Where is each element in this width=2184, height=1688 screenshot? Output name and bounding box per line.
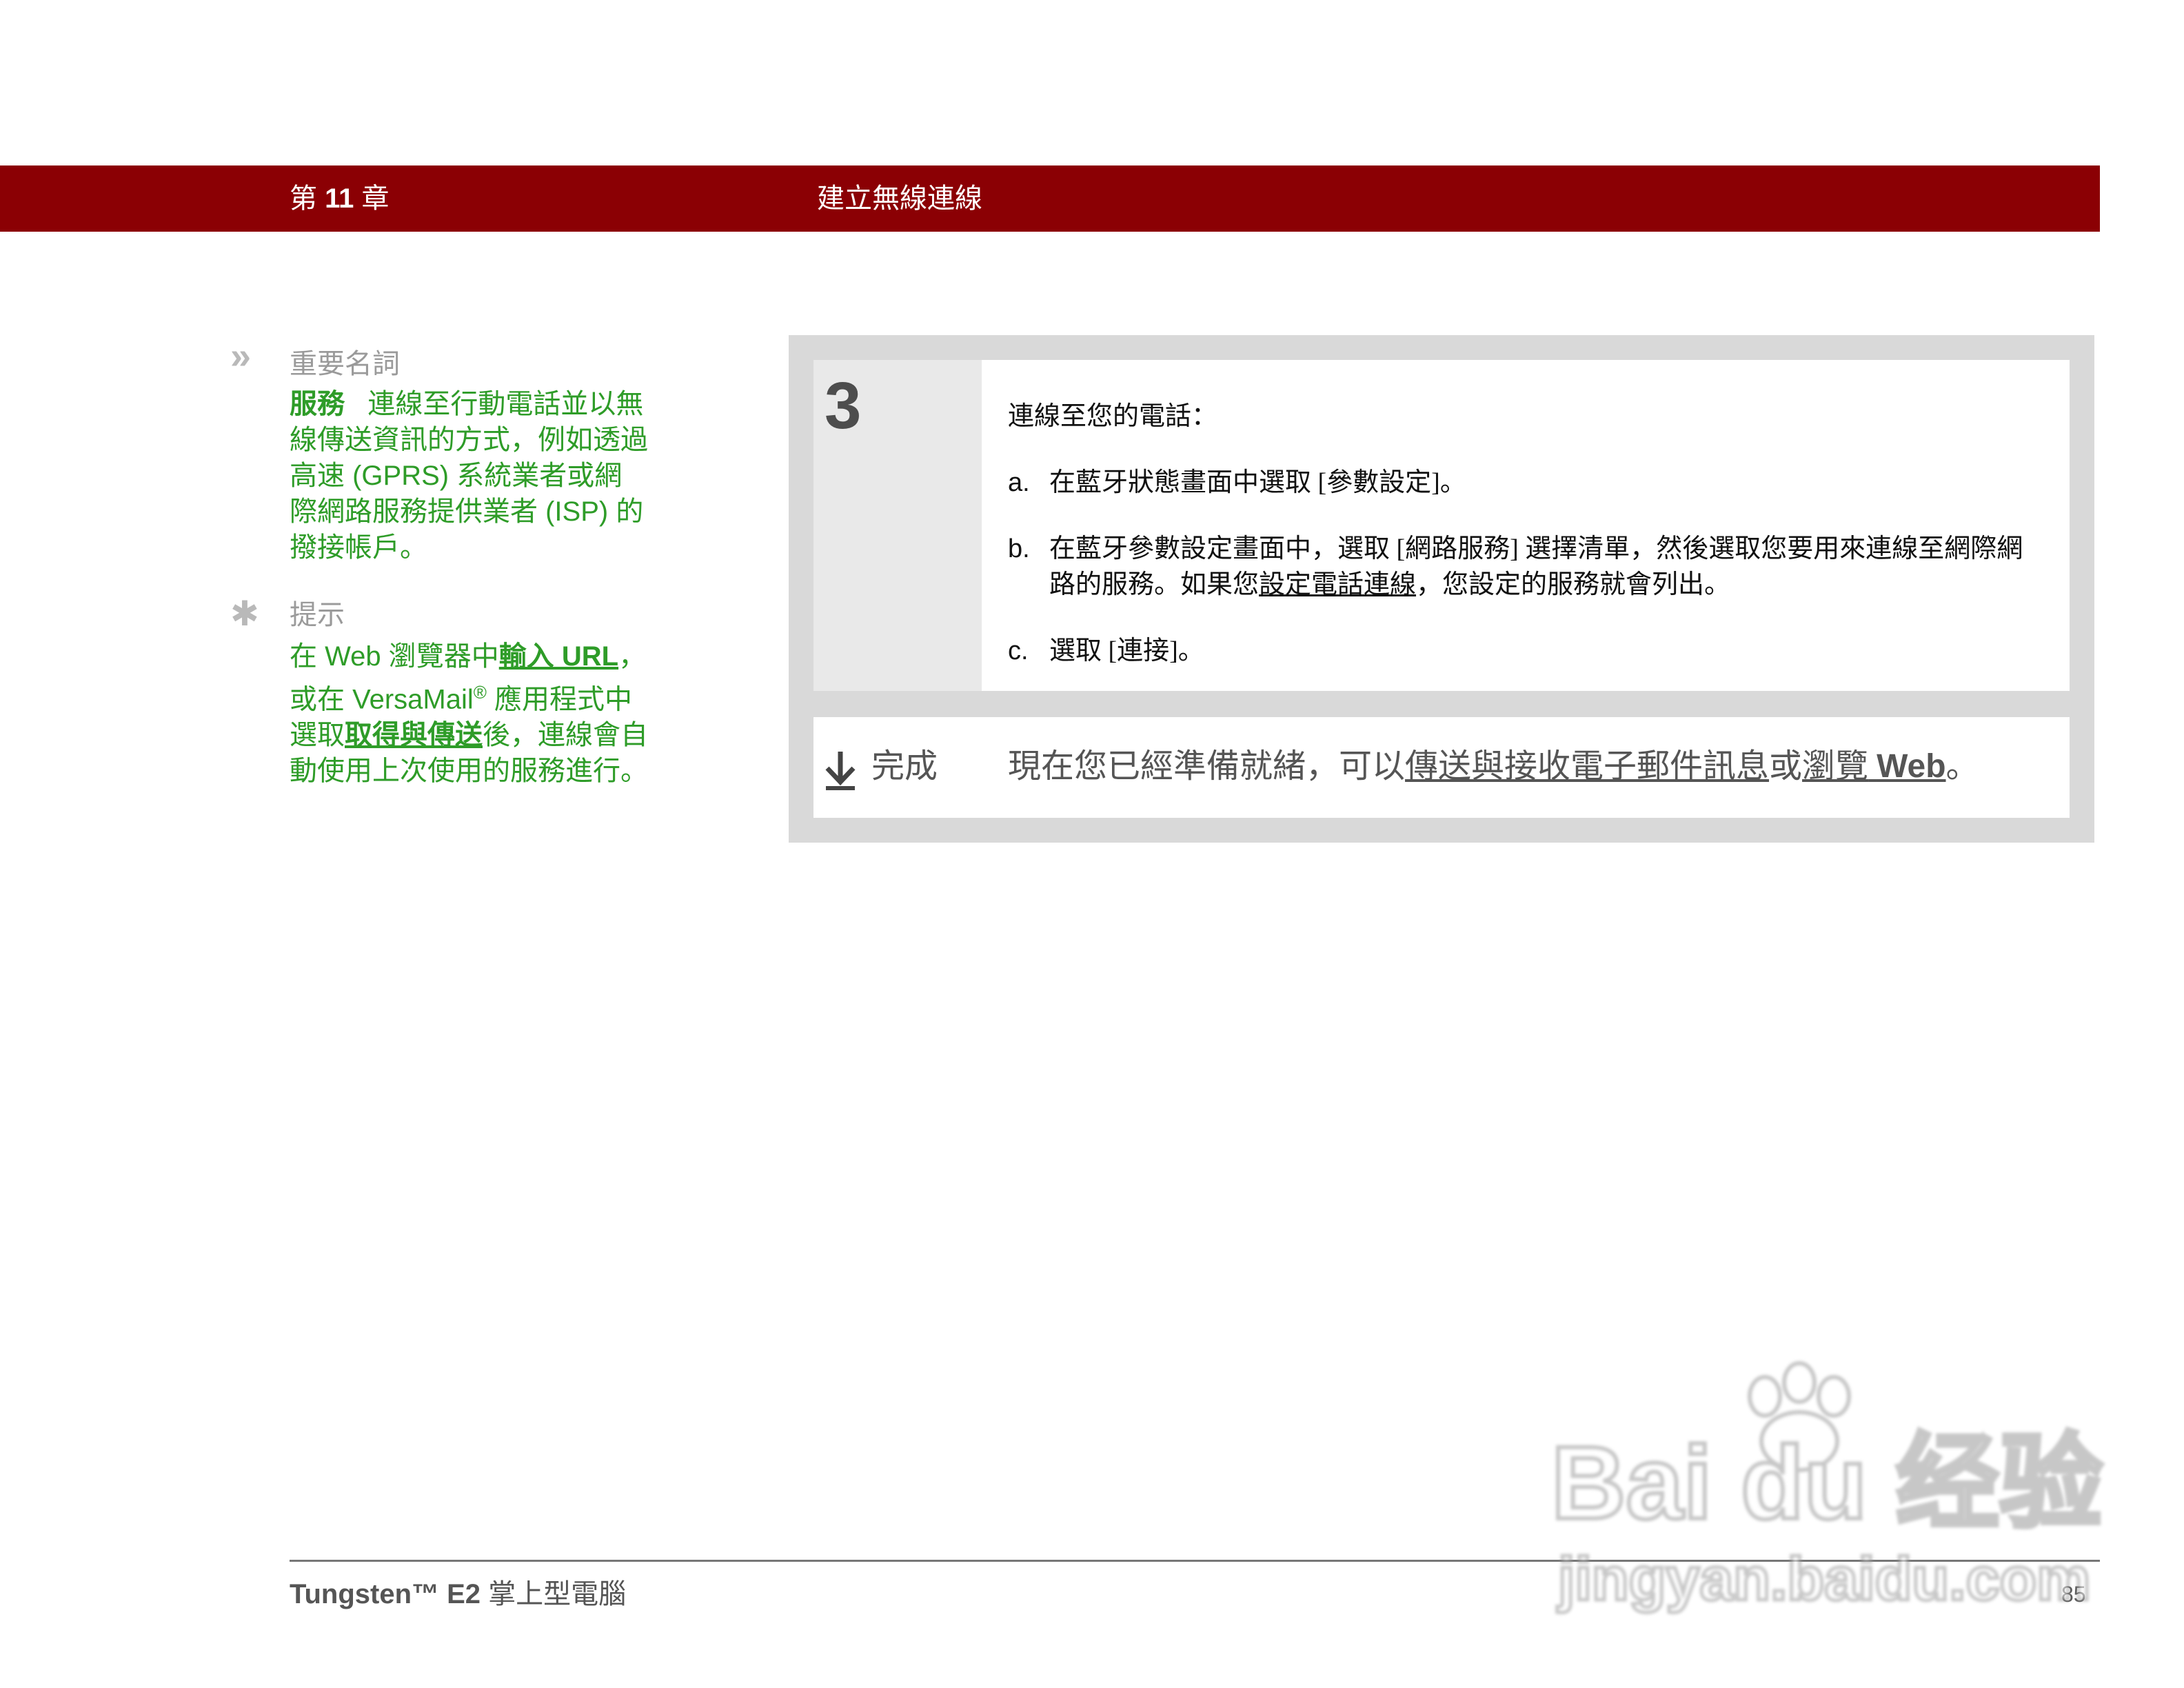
step-item-c: c. 選取 [連接]。 bbox=[1008, 633, 2042, 669]
double-chevron-icon: » bbox=[230, 335, 252, 376]
asterisk-icon: ✱ bbox=[230, 594, 259, 633]
done-label: 完成 bbox=[871, 748, 938, 785]
step-item-b: b. 在藍牙參數設定畫面中，選取 [網路服務] 選擇清單，然後選取您要用來連線至… bbox=[1008, 531, 2042, 603]
done-text-before: 現在您已經準備就緒，可以 bbox=[1008, 748, 1406, 785]
chapter-title: 建立無線連線 bbox=[817, 183, 982, 214]
download-arrow-icon bbox=[825, 752, 856, 790]
done-box: 完成 現在您已經準備就緒，可以傳送與接收電子郵件訊息或瀏覽 Web。 bbox=[813, 717, 2070, 818]
step-panel: 3 連線至您的電話： a. 在藍牙狀態畫面中選取 [參數設定]。 b. 在藍牙參… bbox=[789, 335, 2094, 843]
chapter-prefix: 第 bbox=[290, 183, 317, 214]
tip-heading: 提示 bbox=[290, 600, 345, 630]
tip-text-1: 在 Web 瀏覽器中 bbox=[290, 641, 499, 672]
registered-mark: ® bbox=[473, 682, 487, 703]
step-item-text: 選取 [連接]。 bbox=[1049, 636, 1204, 665]
step-content: 連線至您的電話： a. 在藍牙狀態畫面中選取 [參數設定]。 b. 在藍牙參數設… bbox=[1008, 399, 2042, 699]
baidu-watermark: Bai du 经验 jingyan.baidu.com bbox=[1549, 1358, 2105, 1615]
footer-product-name: Tungsten™ E2 bbox=[290, 1579, 481, 1609]
tip-body: 在 Web 瀏覽器中輸入 URL，或在 VersaMail® 應用程式中選取取得… bbox=[290, 639, 648, 789]
send-receive-email-link[interactable]: 傳送與接收電子郵件訊息 bbox=[1405, 748, 1769, 785]
glossary-heading: 重要名詞 bbox=[290, 349, 400, 379]
done-text: 現在您已經準備就緒，可以傳送與接收電子郵件訊息或瀏覽 Web。 bbox=[1008, 746, 1979, 787]
footer-product-suffix: 掌上型電腦 bbox=[488, 1579, 627, 1609]
step-item-a: a. 在藍牙狀態畫面中選取 [參數設定]。 bbox=[1008, 465, 2042, 501]
browse-web-link-label: 瀏覽 bbox=[1802, 748, 1869, 785]
chapter-label: 第 11 章 bbox=[290, 181, 390, 217]
chapter-header-bar: 第 11 章 建立無線連線 bbox=[0, 165, 2100, 232]
step-item-letter: c. bbox=[1008, 636, 1029, 665]
chapter-suffix: 章 bbox=[361, 183, 390, 214]
footer-product: Tungsten™ E2 掌上型電腦 bbox=[290, 1576, 626, 1612]
watermark-main-text: Bai du 经验 bbox=[1549, 1423, 2105, 1543]
get-and-send-link[interactable]: 取得與傳送 bbox=[345, 720, 483, 750]
done-text-mid: 或 bbox=[1769, 748, 1803, 785]
glossary-body: 服務 連線至行動電話並以無線傳送資訊的方式，例如透過高速 (GPRS) 系統業者… bbox=[290, 386, 648, 565]
step-box: 3 連線至您的電話： a. 在藍牙狀態畫面中選取 [參數設定]。 b. 在藍牙參… bbox=[813, 360, 2070, 691]
step-item-text: 在藍牙狀態畫面中選取 [參數設定]。 bbox=[1049, 468, 1466, 497]
glossary-term: 服務 bbox=[290, 389, 345, 419]
enter-url-link[interactable]: 輸入 URL bbox=[499, 641, 618, 672]
chapter-number: 11 bbox=[325, 183, 354, 214]
set-phone-connection-link[interactable]: 設定電話連線 bbox=[1259, 570, 1416, 599]
done-text-after: 。 bbox=[1945, 748, 1979, 785]
step-item-letter: b. bbox=[1008, 534, 1030, 563]
step-number: 3 bbox=[825, 369, 862, 443]
browse-web-link[interactable]: 瀏覽 Web bbox=[1802, 748, 1945, 785]
step-item-text-after: ，您設定的服務就會列出。 bbox=[1416, 570, 1731, 599]
step-item-letter: a. bbox=[1008, 468, 1030, 497]
watermark-sub-text: jingyan.baidu.com bbox=[1557, 1543, 2093, 1615]
step-intro: 連線至您的電話： bbox=[1008, 402, 1218, 431]
step-number-column: 3 bbox=[813, 360, 982, 691]
browse-web-link-web: Web bbox=[1877, 748, 1946, 785]
